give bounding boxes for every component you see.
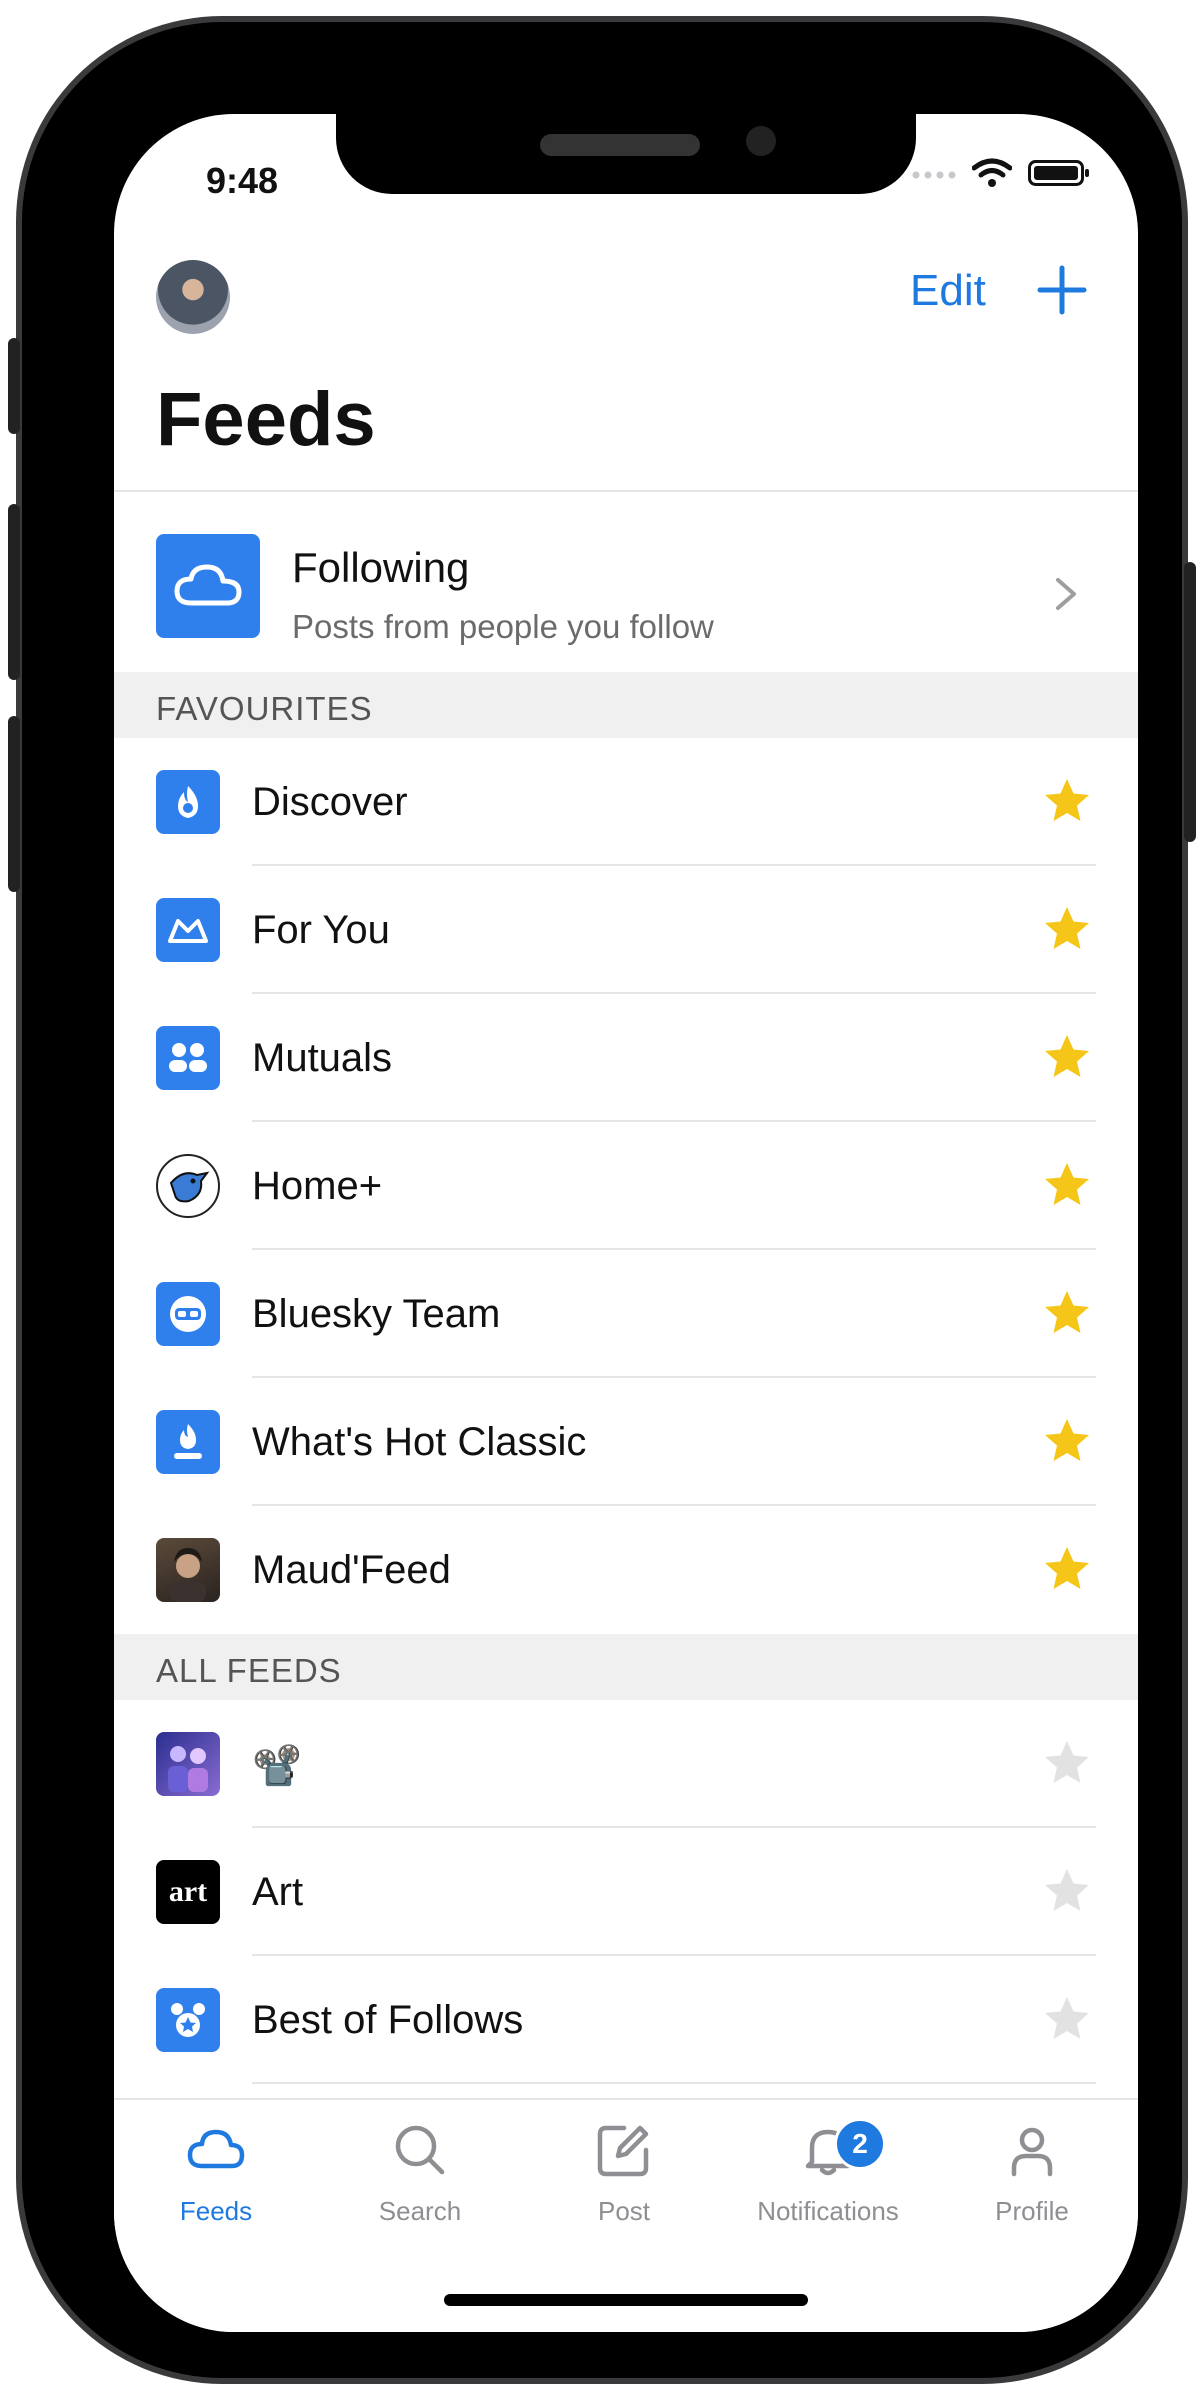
star-icon[interactable] <box>1042 1288 1092 1338</box>
star-outline-icon[interactable] <box>1042 1994 1092 2044</box>
volume-up-button <box>8 504 20 680</box>
compose-icon <box>597 2125 649 2177</box>
feed-label: 📽️ <box>252 1744 302 1788</box>
edit-button[interactable]: Edit <box>910 266 986 316</box>
tab-feeds[interactable]: Feeds <box>114 2100 318 2230</box>
tab-notifications[interactable]: 2 Notifications <box>726 2100 930 2230</box>
star-outline-icon[interactable] <box>1042 1738 1092 1788</box>
feed-row[interactable]: Home+ <box>114 1122 1138 1250</box>
people-photo-icon <box>156 1732 220 1796</box>
cloud-icon <box>187 2129 245 2169</box>
star-icon[interactable] <box>1042 1544 1092 1594</box>
feed-row[interactable]: Bluesky Team <box>114 1250 1138 1378</box>
star-icon[interactable] <box>1042 1416 1092 1466</box>
section-header-favourites: FAVOURITES <box>114 672 1138 738</box>
discover-icon <box>156 770 220 834</box>
following-feed-row[interactable]: Following Posts from people you follow <box>114 492 1138 672</box>
star-outline-icon[interactable] <box>1042 1866 1092 1916</box>
volume-down-button <box>8 716 20 892</box>
feed-row[interactable]: For You <box>114 866 1138 994</box>
cloud-icon <box>156 534 260 638</box>
feed-label: Bluesky Team <box>252 1292 501 1336</box>
add-feed-button[interactable] <box>1032 260 1092 320</box>
feed-row[interactable]: 📽️ <box>114 1700 1138 1828</box>
home-indicator[interactable] <box>444 2294 808 2306</box>
mutuals-icon <box>156 1026 220 1090</box>
phone-frame: 9:48 Edit Feeds Following Posts from peo… <box>8 22 1196 2378</box>
search-icon <box>395 2125 445 2175</box>
person-icon <box>1011 2127 1053 2177</box>
power-button <box>1184 562 1196 842</box>
feed-row[interactable]: Mutuals <box>114 994 1138 1122</box>
tab-profile[interactable]: Profile <box>930 2100 1134 2230</box>
feed-label: Best of Follows <box>252 1998 524 2042</box>
feed-label: Mutuals <box>252 1036 393 1080</box>
notification-badge: 2 <box>834 2118 886 2170</box>
feed-label: For You <box>252 908 390 952</box>
tab-label: Feeds <box>179 2196 253 2226</box>
battery-icon <box>1028 160 1089 186</box>
art-logo-icon: art <box>156 1860 220 1924</box>
app-screen: 9:48 Edit Feeds Following Posts from peo… <box>114 114 1138 2332</box>
section-header-all-feeds: ALL FEEDS <box>114 1634 1138 1700</box>
feed-row[interactable]: art Art <box>114 1828 1138 1956</box>
feed-row[interactable]: Discover <box>114 738 1138 866</box>
tab-label: Notifications <box>757 2196 899 2226</box>
portrait-icon <box>156 1538 220 1602</box>
feed-row[interactable]: What's Hot Classic <box>114 1378 1138 1506</box>
speaker <box>540 134 700 156</box>
feed-label: Maud'Feed <box>252 1548 451 1592</box>
star-icon[interactable] <box>1042 1160 1092 1210</box>
tab-label: Post <box>597 2196 651 2226</box>
tab-label: Search <box>378 2196 462 2226</box>
mute-switch <box>8 338 20 434</box>
star-icon[interactable] <box>1042 1032 1092 1082</box>
following-subtitle: Posts from people you follow <box>292 608 714 645</box>
feed-label: Home+ <box>252 1164 383 1208</box>
front-camera <box>746 126 776 156</box>
page-title: Feeds <box>156 377 376 462</box>
tab-post[interactable]: Post <box>522 2100 726 2230</box>
star-icon[interactable] <box>1042 904 1092 954</box>
avatar[interactable] <box>156 260 230 334</box>
feed-label: Discover <box>252 780 408 824</box>
status-time: 9:48 <box>206 160 279 201</box>
feed-row[interactable]: Best of Follows <box>114 1956 1138 2084</box>
whats-hot-classic-icon <box>156 1410 220 1474</box>
separator <box>252 2082 1096 2084</box>
bluesky-team-icon <box>156 1282 220 1346</box>
signal-icon <box>912 171 956 179</box>
bird-icon <box>156 1154 220 1218</box>
status-icons <box>912 158 1090 188</box>
tab-label: Profile <box>995 2196 1069 2226</box>
feed-label: What's Hot Classic <box>252 1420 587 1464</box>
tab-search[interactable]: Search <box>318 2100 522 2230</box>
star-icon[interactable] <box>1042 776 1092 826</box>
best-of-follows-icon <box>156 1988 220 2052</box>
feed-label: Art <box>252 1870 304 1914</box>
feed-row[interactable]: Maud'Feed <box>114 1506 1138 1634</box>
wifi-icon <box>972 158 1012 187</box>
chevron-right-icon <box>1056 578 1076 610</box>
following-title: Following <box>292 544 470 591</box>
for-you-icon <box>156 898 220 962</box>
